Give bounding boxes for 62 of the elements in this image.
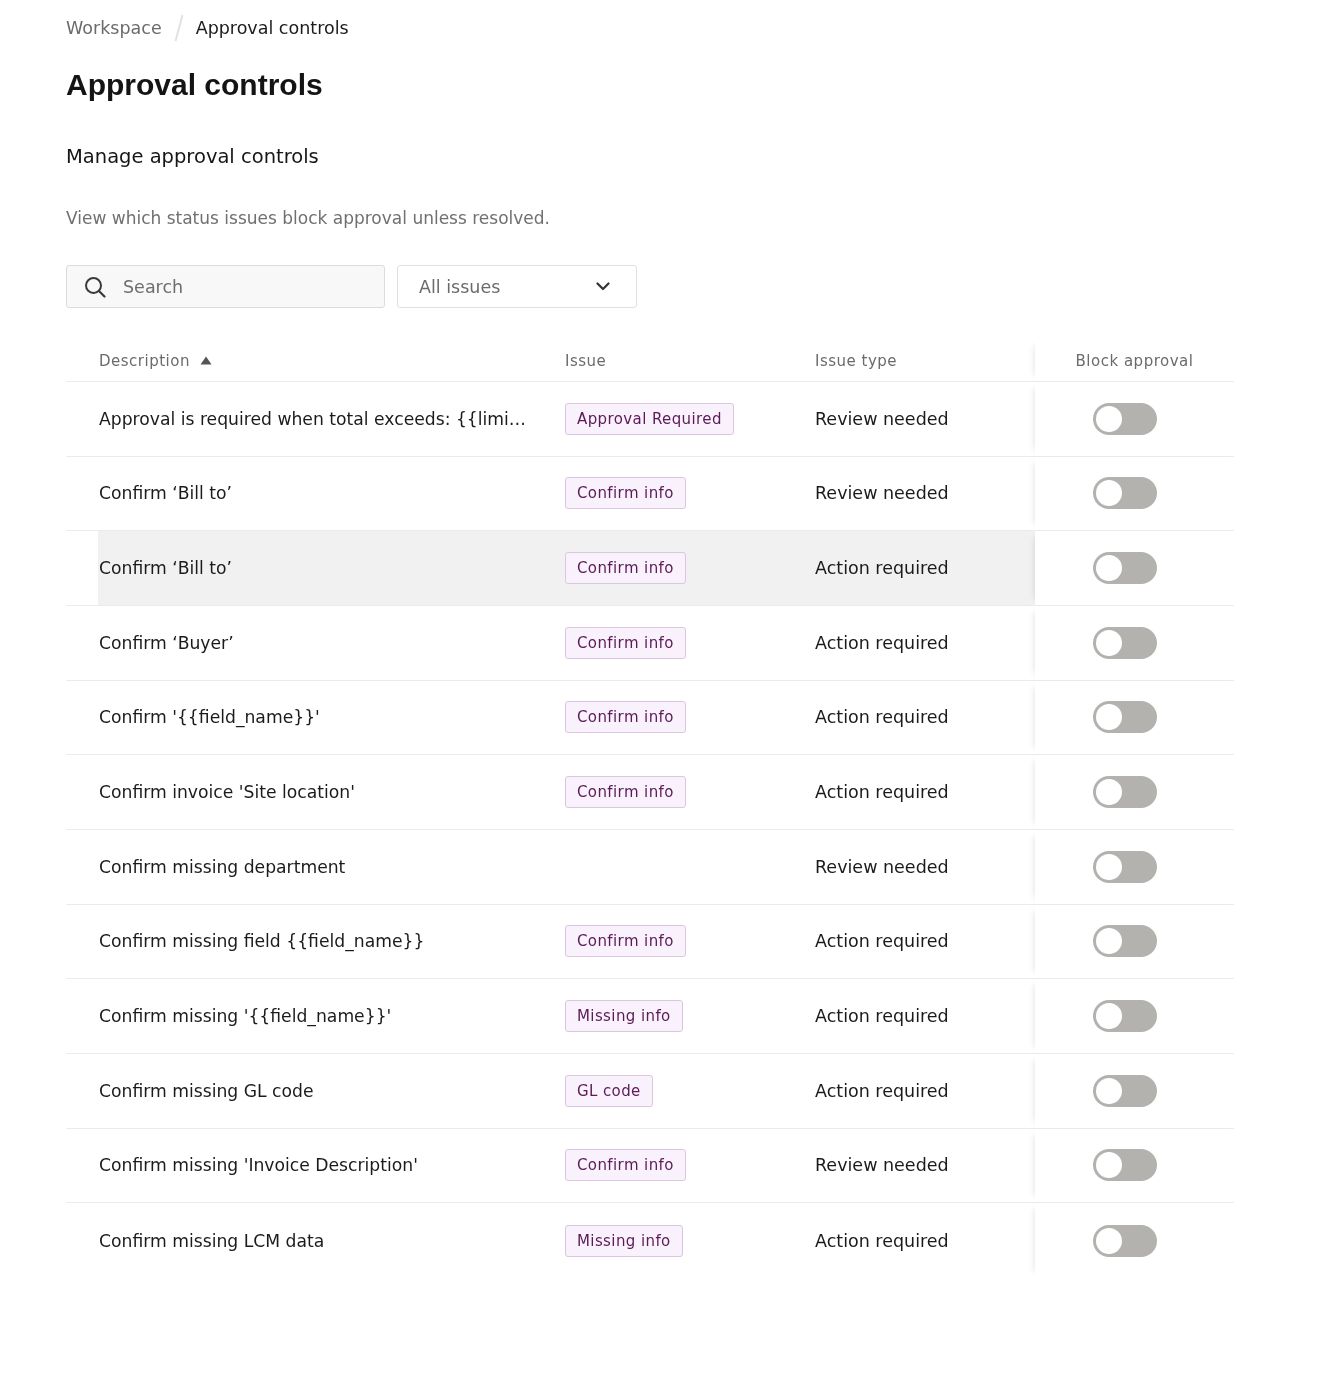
issue-description: Confirm missing '{{field_name}}' (99, 1006, 392, 1027)
issue-description: Confirm missing LCM data (99, 1230, 325, 1251)
issue-tag: Confirm info (565, 477, 686, 510)
issue-tag: GL code (565, 1074, 653, 1107)
issue-type-text: Review needed (815, 856, 949, 877)
issue-type-text: Review needed (815, 483, 949, 504)
issue-filter-dropdown[interactable]: All issues (397, 265, 637, 308)
toggle-switch[interactable] (1093, 1000, 1157, 1033)
issue-description: Approval is required when total exceeds: {{limi… (99, 408, 527, 429)
section-description: View which status issues block approval unless resolved. (66, 207, 551, 230)
column-header[interactable]: Issue (565, 351, 607, 370)
issue-description: Confirm missing department (99, 856, 346, 877)
issue-type-text: Review needed (815, 1155, 949, 1176)
toggle-switch[interactable] (1093, 850, 1157, 883)
column-header[interactable]: Issue type (815, 351, 898, 370)
issue-description: Confirm ‘Bill to’ (99, 483, 232, 504)
issue-type-text: Review needed (815, 408, 949, 429)
issue-type-text: Action required (815, 782, 949, 803)
toggle-switch[interactable] (1093, 925, 1157, 958)
issue-type-text: Action required (815, 558, 949, 579)
issue-tag: Confirm info (565, 701, 686, 734)
breadcrumb-current[interactable]: Approval controls (195, 16, 349, 40)
issue-type-text: Action required (815, 931, 949, 952)
search-icon (84, 276, 106, 298)
issue-description: Confirm ‘Bill to’ (99, 558, 232, 579)
toggle-switch[interactable] (1093, 701, 1157, 734)
breadcrumb-link[interactable]: Workspace (66, 16, 162, 40)
issue-description: Confirm missing 'Invoice Description' (99, 1155, 418, 1176)
issue-tag: Confirm info (565, 1149, 686, 1182)
issue-description: Confirm missing field {{field_name}} (99, 931, 425, 952)
chevron-down-icon (596, 282, 610, 291)
issue-description: Confirm missing GL code (99, 1080, 314, 1101)
issue-tag: Confirm info (565, 626, 686, 659)
section-title: Manage approval controls (66, 144, 320, 170)
issue-type-text: Action required (815, 707, 949, 728)
column-header[interactable]: Block approval (1075, 351, 1194, 370)
issue-type-text: Action required (815, 1080, 949, 1101)
toggle-switch[interactable] (1093, 477, 1157, 510)
issue-tag: Approval Required (565, 402, 734, 435)
issue-tag: Missing info (565, 1000, 683, 1033)
slash-icon (173, 14, 184, 42)
issue-description: Confirm ‘Buyer’ (99, 632, 234, 653)
issue-tag: Confirm info (565, 552, 686, 585)
search-field[interactable]: Search (66, 265, 385, 308)
toggle-switch[interactable] (1093, 402, 1157, 435)
toggle-switch[interactable] (1093, 626, 1157, 659)
page-title: Approval controls (66, 67, 324, 103)
issue-tag: Confirm info (565, 776, 686, 809)
toggle-switch[interactable] (1093, 1149, 1157, 1182)
issue-description: Confirm invoice 'Site location' (99, 782, 355, 803)
sort-icon[interactable] (199, 356, 212, 365)
toggle-switch[interactable] (1093, 1074, 1157, 1107)
toggle-switch[interactable] (1093, 552, 1157, 585)
issue-tag: Missing info (565, 1224, 683, 1257)
issue-type-text: Action required (815, 1006, 949, 1027)
toggle-switch[interactable] (1093, 1224, 1157, 1257)
toggle-switch[interactable] (1093, 776, 1157, 809)
issue-tag: Confirm info (565, 925, 686, 958)
issue-type-text: Action required (815, 632, 949, 653)
issue-type-text: Action required (815, 1230, 949, 1251)
issue-description: Confirm '{{field_name}}' (99, 707, 320, 728)
column-header[interactable]: Description (99, 351, 190, 370)
